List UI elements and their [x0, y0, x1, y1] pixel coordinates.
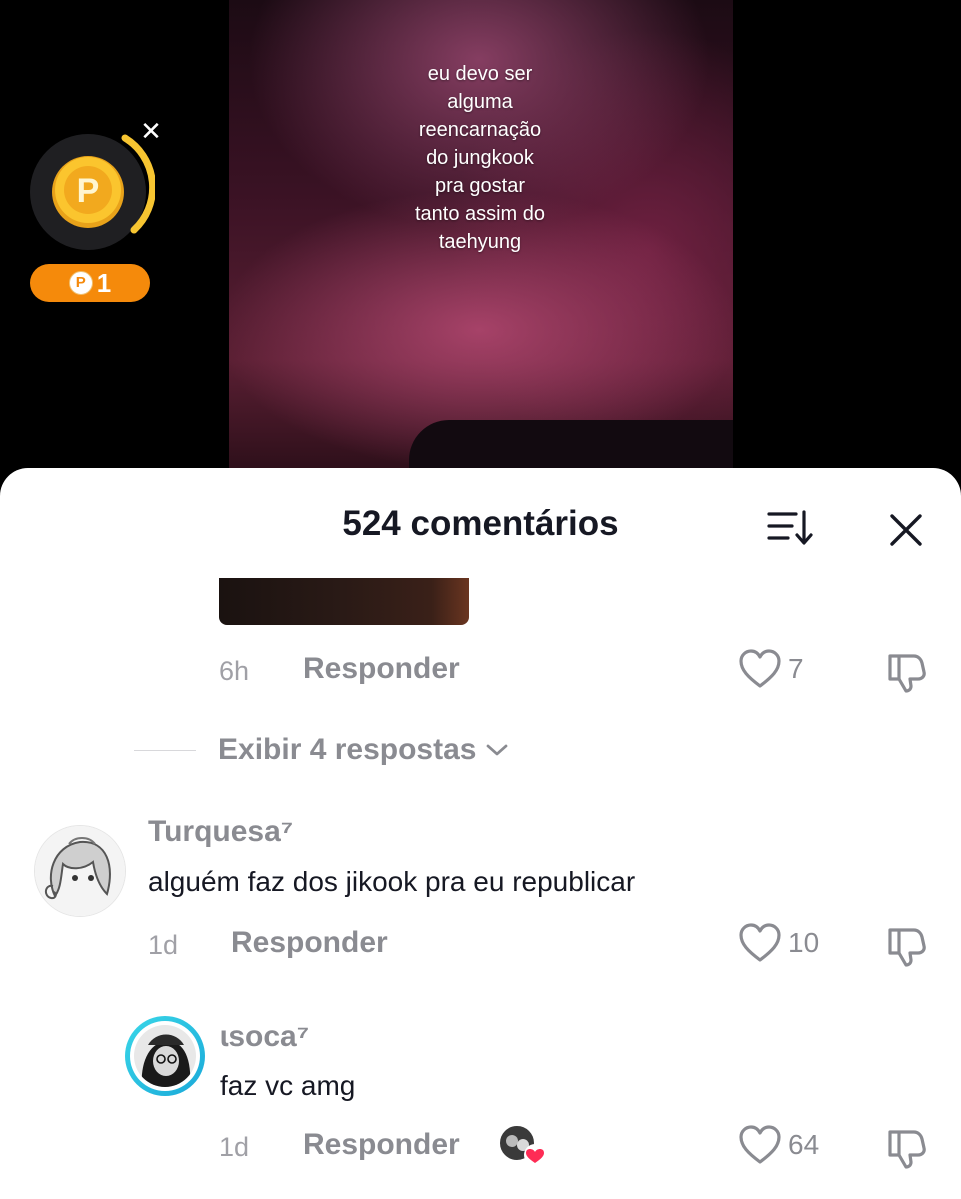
dislike-icon[interactable] [884, 924, 928, 968]
comment-time: 1d [219, 1132, 250, 1162]
coin-widget-close-icon[interactable]: ✕ [138, 118, 164, 144]
points-count: 1 [96, 267, 112, 298]
heart-icon [739, 1125, 781, 1164]
avatar-illustration [35, 826, 125, 916]
dislike-icon[interactable] [884, 1126, 928, 1170]
coin-icon: P [30, 134, 155, 250]
reply-button[interactable]: Responder [303, 1128, 460, 1162]
view-replies-label: Exibir 4 respostas [218, 733, 477, 766]
comments-title: 524 comentários [342, 504, 619, 543]
comment-username[interactable]: ɩsoca⁷ [220, 1020, 309, 1054]
like-count: 7 [788, 653, 804, 684]
comment-text: faz vc amg [220, 1070, 356, 1101]
comment-media-thumbnail[interactable] [219, 578, 469, 625]
avatar [134, 1025, 196, 1087]
coin-reward-widget[interactable]: P [30, 130, 155, 255]
creator-liked-avatar-icon [498, 1124, 546, 1166]
comment-time: 6h [219, 656, 250, 686]
video-caption: eu devo ser alguma reencarnação do jungk… [414, 63, 546, 253]
heart-icon [739, 923, 781, 962]
close-icon[interactable] [884, 508, 928, 552]
dislike-icon[interactable] [884, 650, 928, 694]
points-coin-icon: P [68, 271, 93, 295]
avatar-story-ring[interactable] [125, 1016, 205, 1096]
like-count: 10 [788, 927, 820, 958]
heart-icon [739, 649, 781, 688]
comment-time: 1d [148, 930, 179, 960]
comments-sheet: 524 comentários 6h Responder 7 Exibir 4 … [0, 468, 961, 1199]
like-button[interactable]: 10 [738, 922, 819, 964]
view-replies-button[interactable]: Exibir 4 respostas [134, 733, 510, 767]
comment-username[interactable]: Turquesa⁷ [148, 815, 293, 849]
svg-text:P: P [77, 172, 100, 210]
comment-text: alguém faz dos jikook pra eu republicar [148, 866, 636, 897]
chevron-down-icon [487, 744, 508, 756]
like-button[interactable]: 7 [738, 648, 804, 690]
like-button[interactable]: 64 [738, 1124, 819, 1166]
like-count: 64 [788, 1129, 820, 1160]
sort-descending-icon[interactable] [766, 508, 814, 548]
reply-button[interactable]: Responder [231, 926, 388, 960]
avatar[interactable] [34, 825, 126, 917]
reply-button[interactable]: Responder [303, 652, 460, 686]
replies-divider [134, 749, 196, 751]
points-pill: P 1 [30, 264, 150, 302]
